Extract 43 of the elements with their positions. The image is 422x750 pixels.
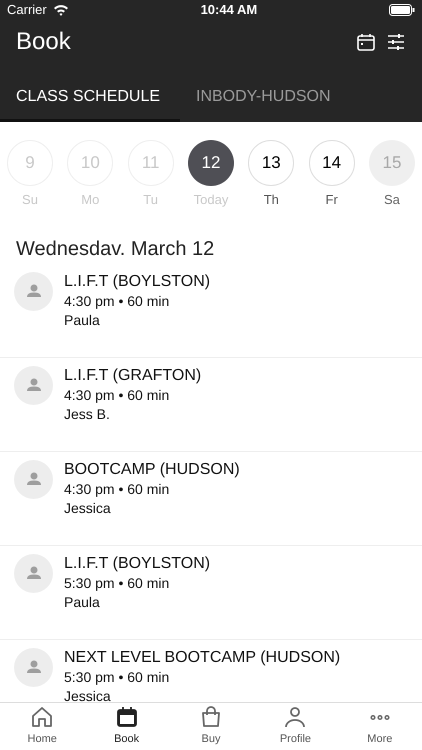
avatar-icon — [14, 554, 53, 592]
calendar-icon — [114, 705, 139, 730]
class-row[interactable]: BOOTCAMP (HUDSON) 4:30 pm • 60 min Jessica — [0, 452, 422, 546]
avatar-icon — [14, 366, 53, 404]
class-name: NEXT LEVEL BOOTCAMP (HUDSON) — [64, 648, 340, 668]
tab-bar-item[interactable]: More — [338, 703, 422, 750]
person-icon — [283, 705, 308, 730]
avatar-icon — [14, 272, 53, 310]
tab-bar-item[interactable]: Home — [0, 703, 84, 750]
class-time: 5:30 pm • 60 min — [64, 668, 170, 686]
class-name: BOOTCAMP (HUDSON) — [64, 460, 240, 480]
tab[interactable]: CLASS SCHEDULE — [0, 85, 180, 122]
battery-icon — [389, 4, 415, 16]
avatar-icon — [14, 460, 53, 498]
class-name: L.I.F.T (BOYLSTON) — [64, 554, 210, 574]
carrier-label: Carrier — [7, 1, 47, 20]
page-title: Book — [16, 27, 71, 57]
filter-icon[interactable] — [386, 32, 406, 52]
class-row[interactable]: L.I.F.T (GRAFTON) 4:30 pm • 60 min Jess B. — [0, 358, 422, 452]
date-heading: Wednesdav. March 12 — [15, 236, 216, 262]
class-time: 5:30 pm • 60 min — [64, 574, 170, 592]
tab[interactable]: INBODY-HUDSON — [180, 85, 347, 122]
instructor-name: Jessica — [64, 686, 112, 702]
calendar-icon[interactable] — [356, 32, 376, 52]
class-name: L.I.F.T (BOYLSTON) — [64, 272, 210, 292]
wifi-icon — [52, 4, 69, 16]
class-row[interactable]: L.I.F.T (BOYLSTON) 5:30 pm • 60 min Paula — [0, 546, 422, 640]
tab-bar-item[interactable]: Book — [84, 703, 169, 750]
instructor-name: Jess B. — [64, 404, 111, 424]
avatar-icon — [14, 648, 53, 686]
tab-bar-item[interactable]: Profile — [253, 703, 338, 750]
more-icon — [368, 714, 392, 721]
instructor-name: Paula — [64, 592, 101, 612]
class-time: 4:30 pm • 60 min — [64, 386, 170, 404]
status-time: 10:44 AM — [200, 1, 258, 20]
class-time: 4:30 pm • 60 min — [64, 480, 170, 498]
instructor-name: Paula — [64, 310, 101, 330]
tab-bar-item[interactable]: Buy — [168, 703, 254, 750]
class-row[interactable]: L.I.F.T (BOYLSTON) 4:30 pm • 60 min Paula — [0, 264, 422, 358]
class-time: 4:30 pm • 60 min — [64, 292, 170, 310]
home-icon — [30, 705, 54, 730]
instructor-name: Jessica — [64, 498, 112, 518]
class-name: L.I.F.T (GRAFTON) — [64, 366, 202, 386]
